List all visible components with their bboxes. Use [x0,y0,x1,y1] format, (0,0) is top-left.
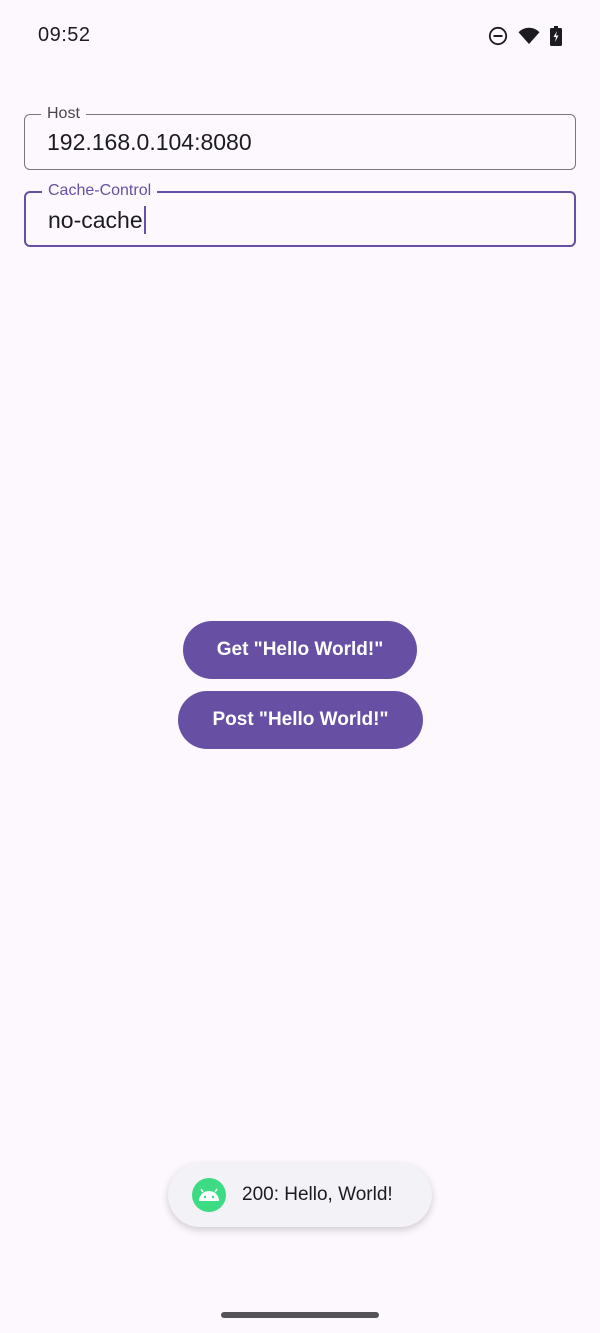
status-icons [488,24,562,48]
toast-message: 200: Hello, World! [242,1184,393,1205]
toast: 200: Hello, World! [168,1163,432,1227]
wifi-icon [518,27,540,45]
host-value-text: 192.168.0.104:8080 [47,129,252,155]
post-hello-world-button[interactable]: Post "Hello World!" [178,691,423,749]
battery-charging-icon [550,26,562,46]
navigation-handle[interactable] [221,1312,379,1318]
do-not-disturb-icon [488,26,508,46]
host-field-value[interactable]: 192.168.0.104:8080 [47,128,252,156]
cache-control-value-text: no-cache [48,207,143,233]
cache-control-field-label: Cache-Control [42,181,158,201]
host-field[interactable]: Host 192.168.0.104:8080 [24,104,576,170]
cache-control-field[interactable]: Cache-Control no-cache [24,181,576,247]
get-hello-world-button[interactable]: Get "Hello World!" [183,621,417,679]
text-cursor [143,206,146,234]
status-bar: 09:52 [0,0,600,70]
status-time: 09:52 [38,24,91,46]
cache-control-field-value[interactable]: no-cache [48,206,146,234]
android-icon [192,1178,226,1212]
host-field-label: Host [41,104,86,124]
